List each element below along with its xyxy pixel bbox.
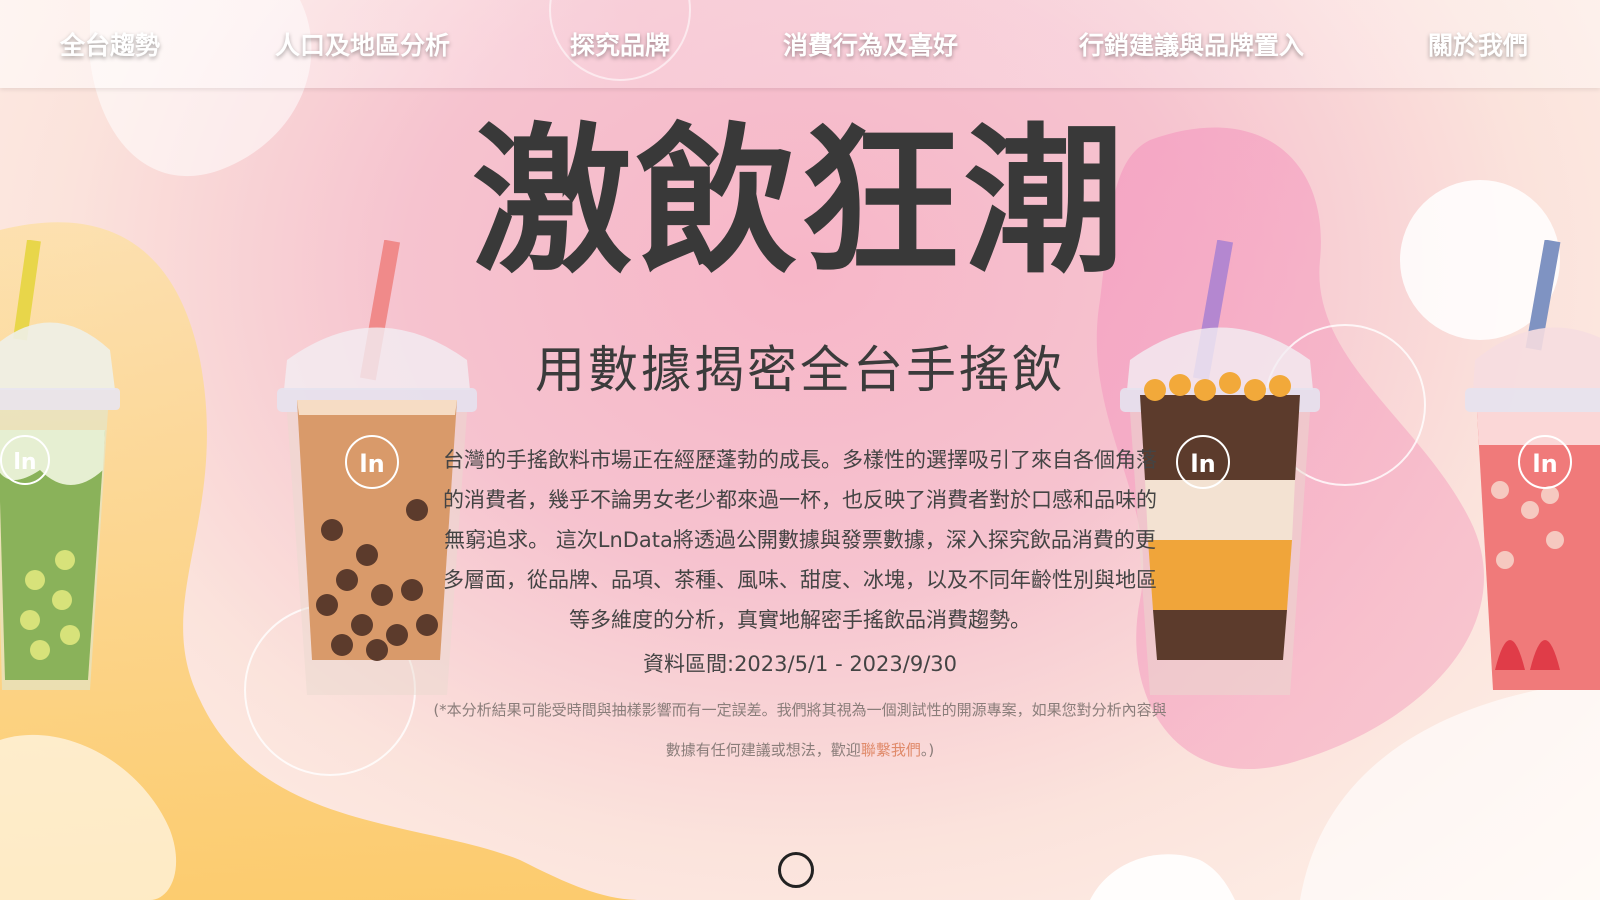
disclaimer-note: (*本分析結果可能受時間與抽樣影響而有一定誤差。我們將其視為一個測試性的開源專案… bbox=[430, 690, 1170, 770]
top-nav: 全台趨勢 人口及地區分析 探究品牌 消費行為及喜好 行銷建議與品牌置入 關於我們 bbox=[0, 0, 1600, 88]
hero-subtitle: 用數據揭密全台手搖飲 bbox=[535, 341, 1065, 399]
svg-text:ln: ln bbox=[13, 450, 36, 475]
strawberry-drink-illustration: ln bbox=[1465, 240, 1600, 690]
matcha-drink-illustration: ln bbox=[0, 240, 120, 690]
contact-us-link[interactable]: 聯繫我們 bbox=[861, 741, 921, 759]
svg-text:ln: ln bbox=[1532, 450, 1557, 478]
scroll-down-icon[interactable] bbox=[778, 852, 814, 888]
disclaimer-end: 。) bbox=[920, 741, 935, 759]
nav-item-brands[interactable]: 探究品牌 bbox=[570, 26, 670, 62]
white-blob-bottom bbox=[1090, 854, 1235, 900]
disclaimer-text: (*本分析結果可能受時間與抽樣影響而有一定誤差。我們將其視為一個測試性的開源專案… bbox=[433, 701, 1167, 759]
data-period: 資料區間:2023/5/1 - 2023/9/30 bbox=[643, 652, 957, 676]
svg-text:ln: ln bbox=[1190, 450, 1215, 478]
nav-item-about-us[interactable]: 關於我們 bbox=[1428, 26, 1528, 62]
nav-item-taiwan-trends[interactable]: 全台趨勢 bbox=[60, 26, 160, 62]
hero-title: 激飲狂潮 bbox=[471, 108, 1128, 295]
svg-text:ln: ln bbox=[359, 450, 384, 478]
hero-description: 台灣的手搖飲料市場正在經歷蓬勃的成長。多樣性的選擇吸引了來自各個角落的消費者，幾… bbox=[443, 448, 1157, 632]
nav-item-population-region[interactable]: 人口及地區分析 bbox=[275, 26, 450, 62]
nav-item-marketing[interactable]: 行銷建議與品牌置入 bbox=[1079, 26, 1304, 62]
nav-item-consumer-behavior[interactable]: 消費行為及喜好 bbox=[783, 26, 958, 62]
